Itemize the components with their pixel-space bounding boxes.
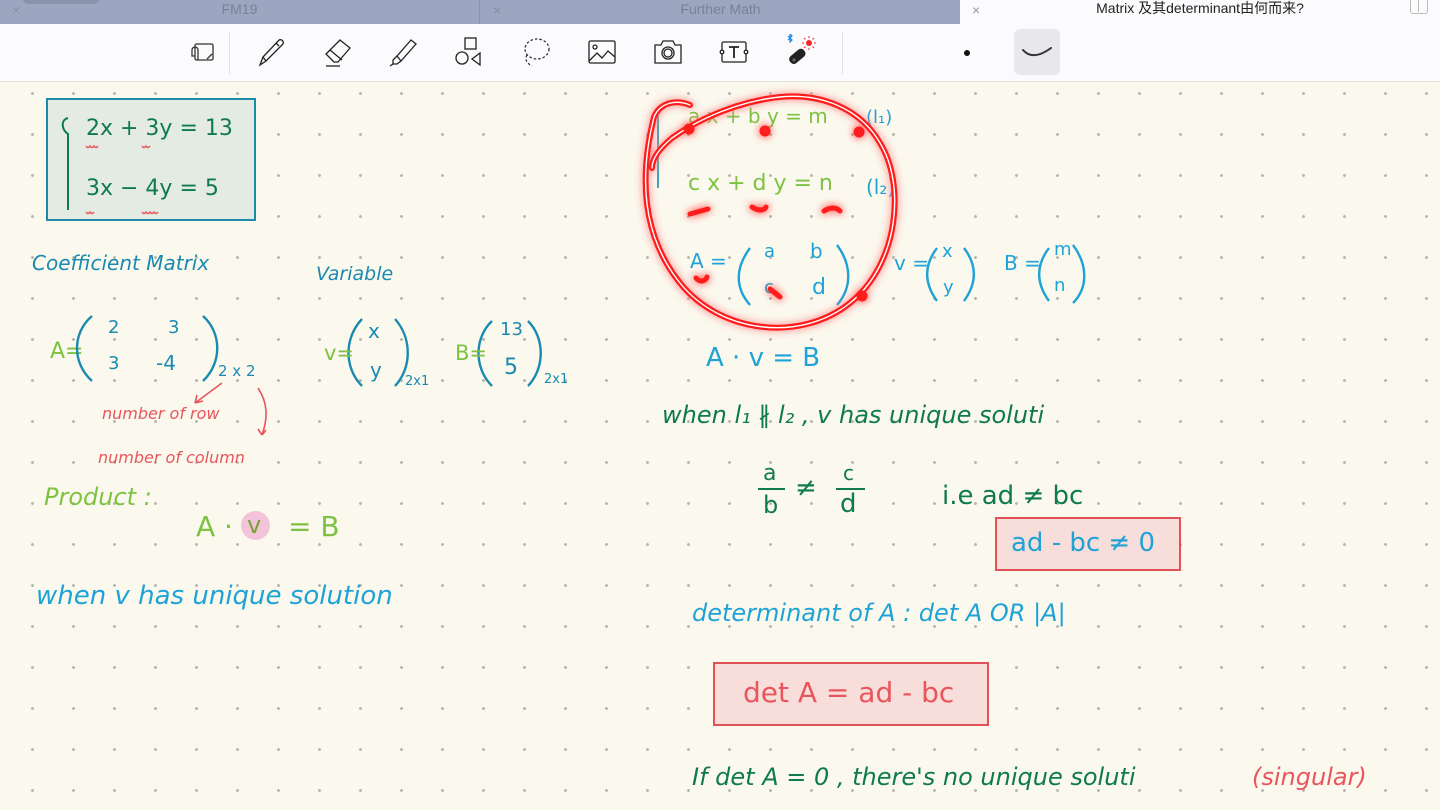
system-equation-1: 2x + 3y = 13 — [86, 116, 233, 141]
vector-b-cell-2: 5 — [504, 355, 518, 380]
fraction-d-denominator: d — [840, 489, 857, 519]
product-label: Product : — [44, 483, 152, 511]
vector-b-dimension: 2x1 — [544, 372, 569, 387]
image-icon — [588, 40, 616, 64]
pressure-stroke-icon — [1022, 47, 1052, 56]
tab-further-math[interactable]: × Further Math — [481, 0, 960, 24]
ie-ad-neq-bc: i.e ad ≠ bc — [942, 481, 1084, 511]
general-a-cell-a: a — [764, 241, 776, 262]
read-only-button[interactable] — [183, 32, 223, 72]
drag-pill — [22, 0, 100, 4]
close-icon[interactable]: × — [972, 2, 980, 18]
text-box-icon — [719, 41, 749, 63]
general-b-cell-m: m — [1054, 239, 1072, 260]
singular-condition-text: If det A = 0 , there's no unique soluti — [692, 763, 1136, 791]
toolbar-divider — [229, 32, 230, 74]
general-equation-2: c x + d y = n — [688, 171, 833, 196]
pen-icon — [258, 39, 284, 67]
laser-pointer-icon — [787, 34, 816, 64]
general-equation-2-tag: (l₂) — [866, 175, 896, 199]
matrix-a-name: A= — [50, 339, 84, 364]
general-a-cell-b: b — [810, 239, 823, 263]
highlighter-icon — [389, 39, 417, 67]
linear-system-box: 2x + 3y = 13 3x − 4y = 5 — [46, 98, 256, 221]
general-equation-avb: A · v = B — [706, 343, 821, 373]
product-expr-b: = B — [288, 510, 340, 543]
general-b-name: B = — [1004, 251, 1041, 275]
fraction-c-numerator: c — [843, 461, 854, 485]
tab-bar: × FM19 × Further Math × Matrix 及其determi… — [0, 0, 1440, 24]
camera-icon — [654, 40, 682, 64]
tab-matrix-determinant[interactable]: × Matrix 及其determinant由何而来? — [960, 0, 1440, 24]
vector-v-dimension: 2x1 — [405, 374, 430, 389]
tab-label: FM19 — [221, 1, 258, 17]
general-equation-1-tag: (l₁) — [866, 107, 893, 128]
split-view-icon[interactable] — [1410, 0, 1428, 14]
fraction-b-denominator: b — [763, 491, 779, 519]
toolbar — [0, 24, 1440, 82]
not-equal-sign: ≠ — [795, 473, 817, 503]
ad-minus-bc-neq-zero: ad - bc ≠ 0 — [1011, 528, 1156, 558]
vector-v-cell-2: y — [370, 358, 382, 382]
tab-fm19[interactable]: × FM19 — [0, 0, 480, 24]
lasso-icon — [524, 38, 550, 67]
rows-annotation: number of row — [102, 404, 220, 423]
boxed-inequality: ad - bc ≠ 0 — [995, 517, 1181, 571]
matrix-a-cell-11: 2 — [108, 317, 120, 338]
general-v-cell-y: y — [943, 277, 954, 298]
camera-tool-button[interactable] — [648, 32, 688, 72]
stroke-width-dot-button[interactable] — [964, 50, 970, 56]
columns-annotation: number of column — [98, 448, 245, 467]
system-equation-2: 3x − 4y = 5 — [86, 176, 219, 201]
shapes-tool-button[interactable] — [448, 32, 488, 72]
general-matrix-a-name: A = — [690, 249, 727, 273]
general-v-name: v = — [894, 251, 929, 275]
determinant-formula-box: det A = ad - bc — [713, 662, 989, 726]
highlighter-tool-button[interactable] — [383, 32, 423, 72]
toolbar-divider — [842, 32, 843, 74]
stroke-style-button[interactable] — [1014, 29, 1060, 75]
general-b-cell-n: n — [1054, 275, 1066, 296]
det-formula: det A = ad - bc — [743, 676, 955, 709]
text-tool-button[interactable] — [714, 32, 754, 72]
bluetooth-icon — [787, 34, 793, 44]
matrix-a-cell-22: -4 — [156, 351, 176, 375]
shapes-icon — [455, 37, 481, 67]
tab-label: Further Math — [680, 1, 761, 17]
close-icon[interactable]: × — [12, 2, 20, 18]
determinant-definition-text: determinant of A : det A OR |A| — [692, 599, 1066, 627]
matrix-a-cell-21: 3 — [108, 353, 120, 374]
vector-b-cell-1: 13 — [500, 319, 523, 340]
vector-v-cell-1: x — [368, 319, 380, 343]
laser-pointer-button[interactable] — [780, 32, 820, 72]
variable-label: Variable — [316, 263, 394, 285]
lasso-tool-button[interactable] — [516, 32, 556, 72]
close-icon[interactable]: × — [493, 2, 501, 18]
when-unique-solution-text: when v has unique solution — [36, 581, 393, 611]
general-v-cell-x: x — [942, 241, 953, 262]
general-a-cell-c: c — [764, 277, 774, 298]
eraser-tool-button[interactable] — [318, 32, 358, 72]
matrix-a-dimension: 2 x 2 — [218, 362, 256, 380]
matrix-a-cell-12: 3 — [168, 317, 180, 338]
vector-v-name: v= — [324, 341, 355, 365]
product-expr-v: v — [247, 511, 262, 539]
product-expr-a: A · — [196, 510, 233, 543]
general-a-cell-d: d — [812, 275, 826, 300]
tab-label: Matrix 及其determinant由何而来? — [1096, 0, 1304, 16]
when-lines-not-parallel-text: when l₁ ∦ l₂ , v has unique soluti — [662, 401, 1045, 429]
singular-label: (singular) — [1252, 763, 1367, 791]
image-tool-button[interactable] — [582, 32, 622, 72]
note-canvas[interactable]: 2x + 3y = 13 3x − 4y = 5 Coefficient Mat… — [0, 83, 1440, 810]
vector-b-name: B= — [455, 341, 488, 365]
text-view-icon — [191, 43, 214, 61]
fraction-a-numerator: a — [763, 461, 777, 486]
eraser-icon — [325, 39, 351, 67]
pen-tool-button[interactable] — [250, 32, 290, 72]
general-equation-1: a x + b y = m — [688, 104, 828, 128]
coefficient-matrix-label: Coefficient Matrix — [32, 251, 210, 275]
